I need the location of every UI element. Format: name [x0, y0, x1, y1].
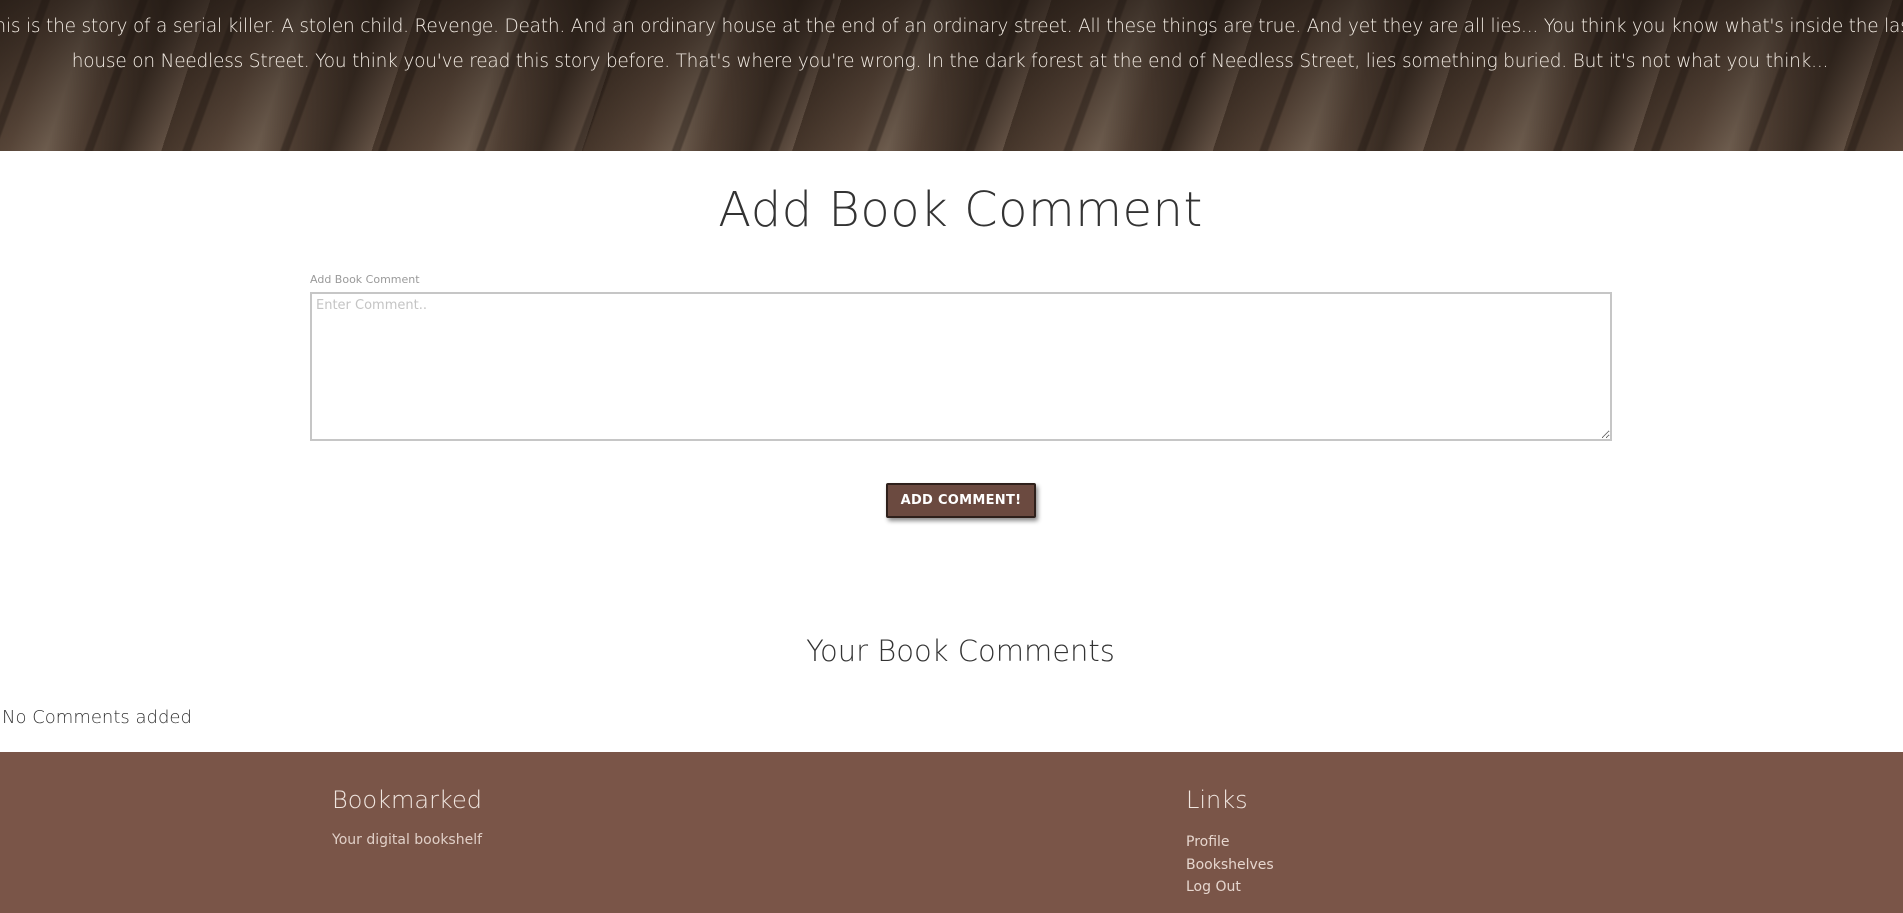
footer-link-item: Profile: [1186, 832, 1274, 855]
comments-heading: Your Book Comments: [806, 634, 1115, 668]
profile-link[interactable]: Profile: [1186, 834, 1230, 850]
site-footer: Bookmarked Your digital bookshelf Links …: [0, 752, 1903, 913]
footer-link-item: Log Out: [1186, 877, 1274, 900]
footer-brand-title: Bookmarked: [332, 786, 482, 814]
no-comments-message: No Comments added: [2, 707, 192, 728]
footer-links-list: Profile Bookshelves Log Out: [1186, 832, 1274, 900]
bookshelves-link[interactable]: Bookshelves: [1186, 857, 1274, 873]
comment-field-label: Add Book Comment: [310, 273, 420, 286]
footer-link-item: Bookshelves: [1186, 855, 1274, 878]
page-title: Add Book Comment: [718, 182, 1203, 238]
add-comment-button[interactable]: ADD COMMENT!: [886, 483, 1036, 518]
book-description-banner: This is the story of a serial killer. A …: [0, 0, 1903, 151]
footer-tagline: Your digital bookshelf: [332, 832, 483, 848]
footer-links-title: Links: [1186, 786, 1248, 814]
log-out-link[interactable]: Log Out: [1186, 879, 1241, 895]
book-description: This is the story of a serial killer. A …: [0, 16, 1903, 72]
comment-textarea[interactable]: [310, 292, 1612, 441]
